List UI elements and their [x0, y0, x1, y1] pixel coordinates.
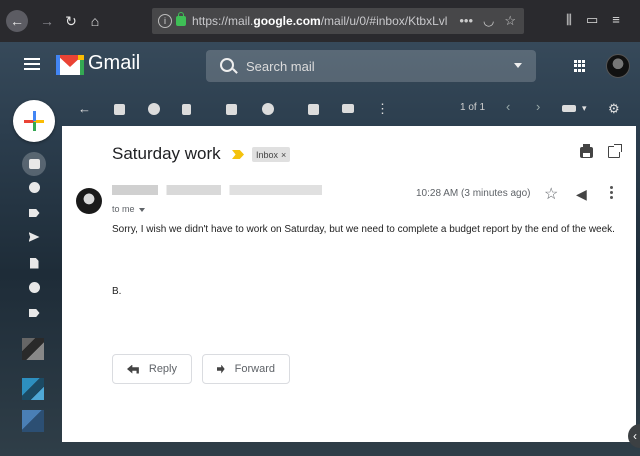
label-icon: [28, 309, 40, 317]
reload-icon[interactable]: ↻: [60, 10, 82, 32]
pager-text: 1 of 1: [460, 102, 486, 113]
info-icon[interactable]: i: [158, 14, 172, 28]
sender-avatar[interactable]: [76, 188, 102, 214]
email-body: Sorry, I wish we didn't have to work on …: [112, 224, 615, 235]
email-subject: Saturday work: [112, 144, 221, 163]
main-menu-icon[interactable]: [24, 58, 40, 70]
label-icon[interactable]: [342, 104, 354, 113]
forward-arrow-icon[interactable]: →: [36, 10, 58, 32]
mark-unread-icon[interactable]: [226, 104, 237, 115]
forward-button[interactable]: Forward: [202, 354, 290, 384]
reply-label: Reply: [148, 363, 177, 375]
forward-label: Forward: [234, 363, 275, 375]
more-vertical-icon[interactable]: ⋮: [376, 101, 389, 117]
pocket-icon[interactable]: ◡: [483, 13, 494, 29]
reply-arrow-icon: [127, 364, 139, 374]
alert-icon: [28, 281, 40, 293]
reply-icon[interactable]: ◀: [576, 186, 587, 203]
older-icon[interactable]: ›: [536, 99, 540, 114]
label-chip-text: Inbox: [256, 149, 279, 160]
recipient-text: to me: [112, 204, 135, 214]
more-horizontal-icon[interactable]: •••: [459, 13, 473, 29]
back-arrow-icon[interactable]: ←: [6, 10, 28, 32]
draft-icon: [29, 257, 39, 269]
remove-label-icon[interactable]: ×: [281, 150, 286, 160]
apps-grid-icon[interactable]: [574, 60, 586, 72]
browser-toolbar: ← → ↻ ⌂ i https://mail.google.com/mail/u…: [0, 0, 640, 42]
home-icon[interactable]: ⌂: [84, 10, 106, 32]
send-icon: [28, 232, 40, 242]
email-timestamp: 10:28 AM (3 minutes ago): [416, 188, 531, 199]
input-tools-caret-icon[interactable]: ▾: [582, 103, 587, 114]
hangouts-avatar[interactable]: [22, 338, 44, 360]
library-icon[interactable]: ⫼: [566, 12, 572, 28]
chevron-down-icon[interactable]: [138, 207, 145, 212]
back-to-inbox-icon[interactable]: ←: [78, 101, 91, 116]
reply-button[interactable]: Reply: [112, 354, 192, 384]
email-signature: B.: [112, 286, 122, 297]
input-tools-icon[interactable]: [562, 105, 576, 112]
rail-important[interactable]: [24, 206, 44, 220]
forward-arrow-icon: [217, 364, 225, 374]
important-icon: [28, 209, 40, 217]
compose-button[interactable]: [13, 100, 55, 142]
lock-icon: [176, 12, 186, 26]
settings-gear-icon[interactable]: ⚙: [608, 101, 620, 117]
open-new-window-icon[interactable]: [608, 144, 622, 158]
search-icon[interactable]: [220, 58, 234, 72]
search-input[interactable]: Search mail: [246, 59, 315, 74]
account-avatar[interactable]: [606, 54, 630, 78]
importance-marker-icon[interactable]: [232, 150, 244, 159]
menu-icon[interactable]: ≡: [612, 12, 620, 28]
delete-icon[interactable]: [182, 104, 191, 115]
search-options-icon[interactable]: [514, 63, 522, 68]
rail-drafts[interactable]: [24, 256, 44, 270]
print-icon[interactable]: [580, 144, 593, 158]
rail-sent[interactable]: [24, 230, 44, 244]
hangouts-avatar[interactable]: [22, 410, 44, 432]
inbox-icon: [28, 159, 40, 169]
gmail-logo[interactable]: Gmail: [56, 52, 140, 75]
gmail-m-icon: [56, 53, 84, 75]
sender-name-redacted: [112, 185, 322, 195]
archive-icon[interactable]: [114, 104, 125, 115]
rail-labels[interactable]: [24, 306, 44, 320]
newer-icon[interactable]: ‹: [506, 99, 510, 114]
search-bar[interactable]: Search mail: [206, 50, 536, 82]
snooze-icon[interactable]: [262, 103, 274, 115]
hangouts-avatar[interactable]: [22, 378, 44, 400]
side-panel-toggle-icon[interactable]: ‹: [628, 424, 640, 448]
message-view: Saturday work Inbox × to me 10:28 AM (3 …: [62, 126, 636, 442]
rail-spam[interactable]: [24, 280, 44, 294]
sidebar-icon[interactable]: ▭: [586, 12, 598, 28]
message-toolbar: ← ⋮ 1 of 1 ‹ › ▾ ⚙: [62, 92, 640, 124]
rail-inbox[interactable]: [22, 152, 46, 176]
more-vertical-icon[interactable]: [610, 186, 613, 199]
clock-icon: [28, 181, 40, 193]
star-icon[interactable]: ☆: [544, 184, 558, 204]
address-bar[interactable]: i https://mail.google.com/mail/u/0/#inbo…: [152, 8, 524, 34]
bookmark-star-icon[interactable]: ☆: [504, 13, 516, 29]
report-spam-icon[interactable]: [148, 103, 160, 115]
url-text: https://mail.google.com/mail/u/0/#inbox/…: [192, 14, 448, 28]
recipient-details[interactable]: to me: [112, 204, 145, 214]
rail-snoozed[interactable]: [24, 180, 44, 194]
move-to-icon[interactable]: [308, 104, 319, 115]
logo-text: Gmail: [88, 52, 141, 74]
inbox-label-chip[interactable]: Inbox ×: [252, 147, 291, 162]
